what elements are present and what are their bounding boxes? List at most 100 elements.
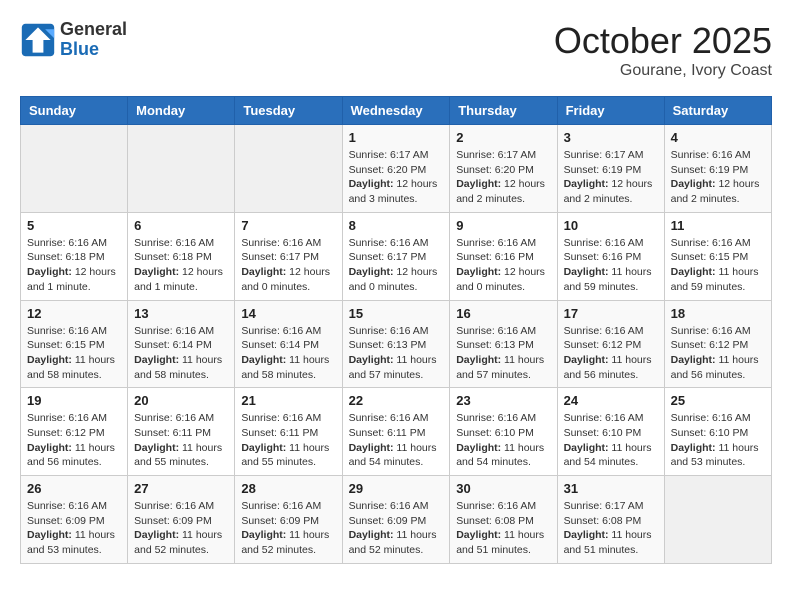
day-info: Sunrise: 6:16 AMSunset: 6:09 PMDaylight:… bbox=[241, 499, 335, 558]
header-sunday: Sunday bbox=[21, 97, 128, 125]
day-number: 20 bbox=[134, 393, 228, 408]
day-cell: 24 Sunrise: 6:16 AMSunset: 6:10 PMDayligh… bbox=[557, 388, 664, 476]
week-row-1: 5 Sunrise: 6:16 AMSunset: 6:18 PMDaylight… bbox=[21, 212, 772, 300]
day-info: Sunrise: 6:16 AMSunset: 6:16 PMDaylight:… bbox=[564, 236, 658, 295]
day-cell: 15 Sunrise: 6:16 AMSunset: 6:13 PMDayligh… bbox=[342, 300, 450, 388]
day-info: Sunrise: 6:16 AMSunset: 6:08 PMDaylight:… bbox=[456, 499, 550, 558]
logo-general-text: General bbox=[60, 20, 127, 40]
logo: General Blue bbox=[20, 20, 127, 60]
day-cell: 12Sunrise: 6:16 AMSunset: 6:15 PMDayligh… bbox=[21, 300, 128, 388]
day-info: Sunrise: 6:16 AMSunset: 6:12 PMDaylight:… bbox=[564, 324, 658, 383]
day-info: Sunrise: 6:16 AMSunset: 6:11 PMDaylight:… bbox=[241, 411, 335, 470]
week-row-2: 12Sunrise: 6:16 AMSunset: 6:15 PMDayligh… bbox=[21, 300, 772, 388]
calendar-header: SundayMondayTuesdayWednesdayThursdayFrid… bbox=[21, 97, 772, 125]
day-number: 29 bbox=[349, 481, 444, 496]
header-row: SundayMondayTuesdayWednesdayThursdayFrid… bbox=[21, 97, 772, 125]
day-info: Sunrise: 6:16 AMSunset: 6:12 PMDaylight:… bbox=[671, 324, 765, 383]
day-info: Sunrise: 6:16 AMSunset: 6:09 PMDaylight:… bbox=[349, 499, 444, 558]
day-info: Sunrise: 6:16 AMSunset: 6:12 PMDaylight:… bbox=[27, 411, 121, 470]
day-info: Sunrise: 6:16 AMSunset: 6:16 PMDaylight:… bbox=[456, 236, 550, 295]
day-number: 10 bbox=[564, 218, 658, 233]
day-cell: 21 Sunrise: 6:16 AMSunset: 6:11 PMDayligh… bbox=[235, 388, 342, 476]
day-cell bbox=[235, 125, 342, 213]
day-info: Sunrise: 6:16 AMSunset: 6:15 PMDaylight:… bbox=[671, 236, 765, 295]
day-cell: 25 Sunrise: 6:16 AMSunset: 6:10 PMDayligh… bbox=[664, 388, 771, 476]
day-number: 26 bbox=[27, 481, 121, 496]
day-cell: 27 Sunrise: 6:16 AMSunset: 6:09 PMDayligh… bbox=[128, 476, 235, 564]
calendar-table: SundayMondayTuesdayWednesdayThursdayFrid… bbox=[20, 96, 772, 564]
day-number: 5 bbox=[27, 218, 121, 233]
header-friday: Friday bbox=[557, 97, 664, 125]
calendar-body: 1 Sunrise: 6:17 AMSunset: 6:20 PMDaylight… bbox=[21, 125, 772, 564]
header-wednesday: Wednesday bbox=[342, 97, 450, 125]
day-info: Sunrise: 6:17 AMSunset: 6:19 PMDaylight:… bbox=[564, 148, 658, 207]
day-info: Sunrise: 6:16 AMSunset: 6:18 PMDaylight:… bbox=[27, 236, 121, 295]
day-number: 15 bbox=[349, 306, 444, 321]
day-number: 16 bbox=[456, 306, 550, 321]
day-number: 30 bbox=[456, 481, 550, 496]
day-number: 1 bbox=[349, 130, 444, 145]
day-cell bbox=[21, 125, 128, 213]
day-number: 19 bbox=[27, 393, 121, 408]
header-saturday: Saturday bbox=[664, 97, 771, 125]
day-cell: 26 Sunrise: 6:16 AMSunset: 6:09 PMDayligh… bbox=[21, 476, 128, 564]
day-info: Sunrise: 6:17 AMSunset: 6:08 PMDaylight:… bbox=[564, 499, 658, 558]
day-number: 21 bbox=[241, 393, 335, 408]
day-info: Sunrise: 6:16 AMSunset: 6:10 PMDaylight:… bbox=[456, 411, 550, 470]
day-cell: 30 Sunrise: 6:16 AMSunset: 6:08 PMDayligh… bbox=[450, 476, 557, 564]
day-cell: 17Sunrise: 6:16 AMSunset: 6:12 PMDayligh… bbox=[557, 300, 664, 388]
day-cell bbox=[664, 476, 771, 564]
day-cell: 11Sunrise: 6:16 AMSunset: 6:15 PMDayligh… bbox=[664, 212, 771, 300]
day-cell: 7Sunrise: 6:16 AMSunset: 6:17 PMDaylight… bbox=[235, 212, 342, 300]
day-number: 4 bbox=[671, 130, 765, 145]
day-info: Sunrise: 6:16 AMSunset: 6:11 PMDaylight:… bbox=[134, 411, 228, 470]
day-cell: 18 Sunrise: 6:16 AMSunset: 6:12 PMDayligh… bbox=[664, 300, 771, 388]
day-cell bbox=[128, 125, 235, 213]
day-info: Sunrise: 6:16 AMSunset: 6:14 PMDaylight:… bbox=[241, 324, 335, 383]
day-number: 13 bbox=[134, 306, 228, 321]
day-info: Sunrise: 6:16 AMSunset: 6:19 PMDaylight:… bbox=[671, 148, 765, 207]
day-cell: 16 Sunrise: 6:16 AMSunset: 6:13 PMDayligh… bbox=[450, 300, 557, 388]
day-number: 6 bbox=[134, 218, 228, 233]
day-cell: 23 Sunrise: 6:16 AMSunset: 6:10 PMDayligh… bbox=[450, 388, 557, 476]
day-cell: 9 Sunrise: 6:16 AMSunset: 6:16 PMDaylight… bbox=[450, 212, 557, 300]
day-number: 25 bbox=[671, 393, 765, 408]
day-info: Sunrise: 6:16 AMSunset: 6:10 PMDaylight:… bbox=[671, 411, 765, 470]
day-number: 31 bbox=[564, 481, 658, 496]
day-info: Sunrise: 6:16 AMSunset: 6:09 PMDaylight:… bbox=[27, 499, 121, 558]
day-info: Sunrise: 6:16 AMSunset: 6:09 PMDaylight:… bbox=[134, 499, 228, 558]
day-cell: 2Sunrise: 6:17 AMSunset: 6:20 PMDaylight… bbox=[450, 125, 557, 213]
day-cell: 10 Sunrise: 6:16 AMSunset: 6:16 PMDayligh… bbox=[557, 212, 664, 300]
page-header: General Blue October 2025 Gourane, Ivory… bbox=[20, 20, 772, 80]
day-number: 3 bbox=[564, 130, 658, 145]
day-number: 24 bbox=[564, 393, 658, 408]
header-monday: Monday bbox=[128, 97, 235, 125]
day-info: Sunrise: 6:16 AMSunset: 6:11 PMDaylight:… bbox=[349, 411, 444, 470]
day-number: 2 bbox=[456, 130, 550, 145]
day-info: Sunrise: 6:16 AMSunset: 6:17 PMDaylight:… bbox=[241, 236, 335, 295]
header-thursday: Thursday bbox=[450, 97, 557, 125]
day-number: 23 bbox=[456, 393, 550, 408]
day-cell: 28Sunrise: 6:16 AMSunset: 6:09 PMDayligh… bbox=[235, 476, 342, 564]
day-number: 27 bbox=[134, 481, 228, 496]
day-cell: 14 Sunrise: 6:16 AMSunset: 6:14 PMDayligh… bbox=[235, 300, 342, 388]
day-info: Sunrise: 6:16 AMSunset: 6:13 PMDaylight:… bbox=[349, 324, 444, 383]
day-info: Sunrise: 6:16 AMSunset: 6:18 PMDaylight:… bbox=[134, 236, 228, 295]
location: Gourane, Ivory Coast bbox=[554, 62, 772, 80]
day-cell: 19 Sunrise: 6:16 AMSunset: 6:12 PMDayligh… bbox=[21, 388, 128, 476]
day-info: Sunrise: 6:16 AMSunset: 6:10 PMDaylight:… bbox=[564, 411, 658, 470]
day-info: Sunrise: 6:16 AMSunset: 6:17 PMDaylight:… bbox=[349, 236, 444, 295]
logo-icon bbox=[20, 22, 56, 58]
day-number: 14 bbox=[241, 306, 335, 321]
day-cell: 1 Sunrise: 6:17 AMSunset: 6:20 PMDaylight… bbox=[342, 125, 450, 213]
day-info: Sunrise: 6:17 AMSunset: 6:20 PMDaylight:… bbox=[349, 148, 444, 207]
week-row-3: 19 Sunrise: 6:16 AMSunset: 6:12 PMDayligh… bbox=[21, 388, 772, 476]
day-number: 18 bbox=[671, 306, 765, 321]
day-cell: 22Sunrise: 6:16 AMSunset: 6:11 PMDayligh… bbox=[342, 388, 450, 476]
day-number: 9 bbox=[456, 218, 550, 233]
day-cell: 29 Sunrise: 6:16 AMSunset: 6:09 PMDayligh… bbox=[342, 476, 450, 564]
week-row-4: 26 Sunrise: 6:16 AMSunset: 6:09 PMDayligh… bbox=[21, 476, 772, 564]
day-info: Sunrise: 6:16 AMSunset: 6:13 PMDaylight:… bbox=[456, 324, 550, 383]
day-number: 8 bbox=[349, 218, 444, 233]
day-cell: 5 Sunrise: 6:16 AMSunset: 6:18 PMDaylight… bbox=[21, 212, 128, 300]
